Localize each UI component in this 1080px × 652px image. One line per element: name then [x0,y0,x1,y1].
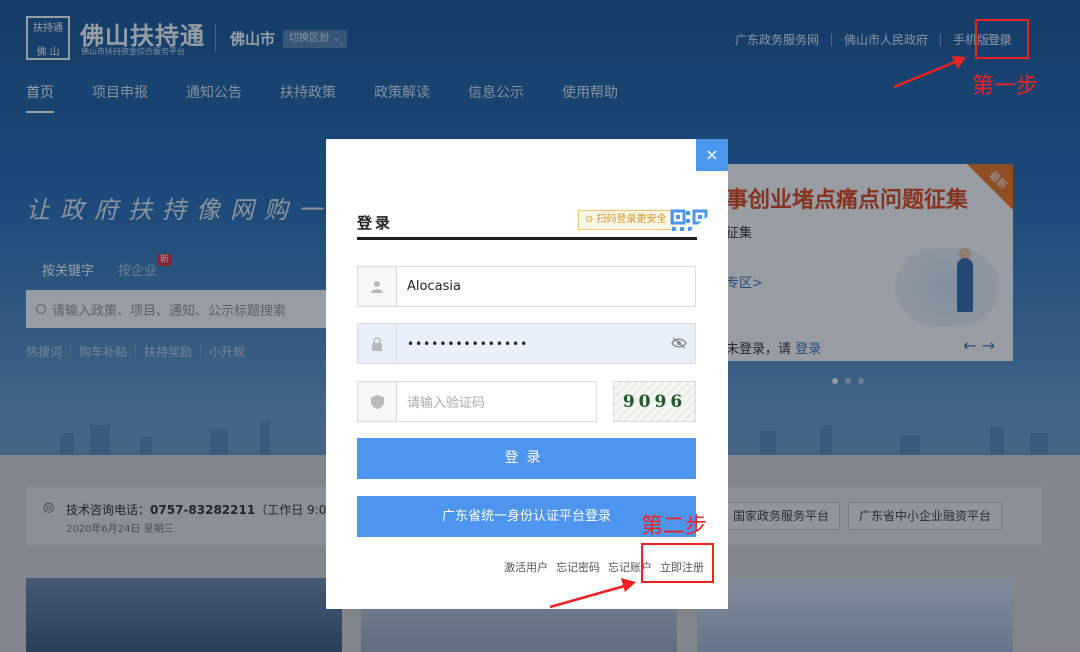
annotation-arrows [549,56,966,609]
